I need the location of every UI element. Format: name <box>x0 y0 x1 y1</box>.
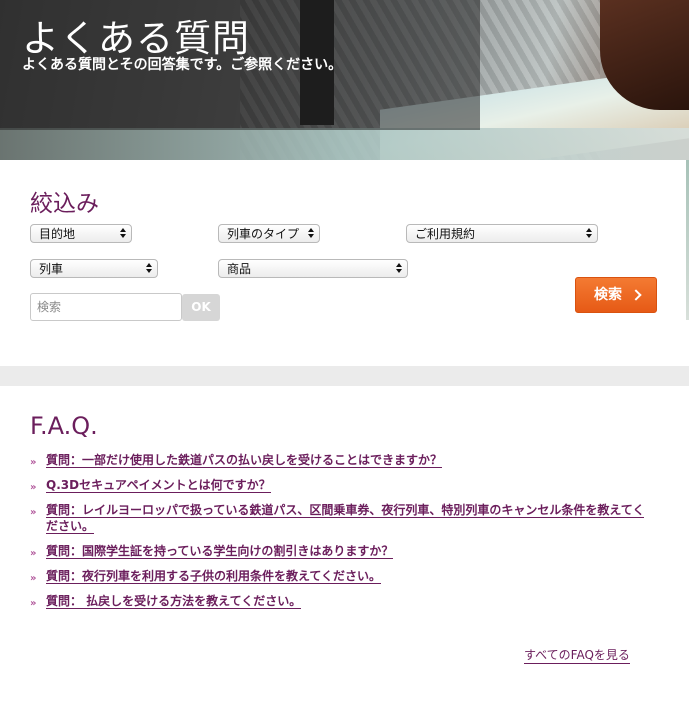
train-select-value: 列車 <box>39 262 64 276</box>
select-arrows-icon <box>146 262 153 275</box>
faq-link[interactable]: 質問： 払戻しを受ける方法を教えてください。 <box>46 594 302 609</box>
chevron-right-icon <box>630 289 642 301</box>
faq-list: » 質問：一部だけ使用した鉄道パスの払い戻しを受けることはできますか？ » Q.3D… <box>30 452 650 618</box>
terms-select[interactable]: ご利用規約 <box>406 224 598 243</box>
filter-title: 絞込み <box>30 191 99 217</box>
section-divider <box>0 366 689 386</box>
double-chevron-icon: » <box>30 573 37 584</box>
ok-button[interactable]: OK <box>182 294 220 321</box>
faq-section: F.A.Q. » 質問：一部だけ使用した鉄道パスの払い戻しを受けることはできますか… <box>0 386 689 705</box>
page-subtitle: よくある質問とその回答集です。ご参照ください。 <box>22 57 343 73</box>
hero-banner: よくある質問 よくある質問とその回答集です。ご参照ください。 <box>0 0 689 160</box>
train-type-select-value: 列車のタイプ <box>227 227 300 241</box>
product-select-value: 商品 <box>227 262 252 276</box>
filter-panel: 絞込み 目的地 列車のタイプ ご利用規約 列車 商品 OK 検索 <box>0 160 689 366</box>
double-chevron-icon: » <box>30 482 37 493</box>
product-select[interactable]: 商品 <box>218 259 408 278</box>
double-chevron-icon: » <box>30 548 37 559</box>
double-chevron-icon: » <box>30 598 37 609</box>
double-chevron-icon: » <box>30 507 37 518</box>
faq-link[interactable]: 質問：レイルヨーロッパで扱っている鉄道パス、区間乗車券、夜行列車、特別列車のキャ… <box>46 503 645 534</box>
faq-link[interactable]: 質問：一部だけ使用した鉄道パスの払い戻しを受けることはできますか？ <box>46 453 443 468</box>
search-input[interactable] <box>30 293 182 321</box>
all-faq-link[interactable]: すべてのFAQを見る <box>524 648 630 664</box>
search-button[interactable]: 検索 <box>575 277 657 313</box>
destination-select-value: 目的地 <box>39 227 76 241</box>
faq-title: F.A.Q. <box>30 412 98 440</box>
terms-select-value: ご利用規約 <box>415 227 476 241</box>
faq-link[interactable]: Q.3Dセキュアペイメントとは何ですか？ <box>46 478 271 493</box>
select-arrows-icon <box>308 227 315 240</box>
faq-item: » 質問：夜行列車を利用する子供の利用条件を教えてください。 <box>30 568 650 584</box>
faq-link[interactable]: 質問：夜行列車を利用する子供の利用条件を教えてください。 <box>46 569 382 584</box>
select-arrows-icon <box>396 262 403 275</box>
select-arrows-icon <box>586 227 593 240</box>
select-arrows-icon <box>120 227 127 240</box>
faq-item: » 質問：レイルヨーロッパで扱っている鉄道パス、区間乗車券、夜行列車、特別列車のキ… <box>30 502 650 534</box>
train-select[interactable]: 列車 <box>30 259 158 278</box>
destination-select[interactable]: 目的地 <box>30 224 132 243</box>
double-chevron-icon: » <box>30 457 37 468</box>
faq-item: » 質問： 払戻しを受ける方法を教えてください。 <box>30 593 650 609</box>
faq-item: » 質問：国際学生証を持っている学生向けの割引きはありますか？ <box>30 543 650 559</box>
faq-item: » 質問：一部だけ使用した鉄道パスの払い戻しを受けることはできますか？ <box>30 452 650 468</box>
faq-item: » Q.3Dセキュアペイメントとは何ですか？ <box>30 477 650 493</box>
hero-image-map-strip <box>0 128 689 160</box>
train-type-select[interactable]: 列車のタイプ <box>218 224 320 243</box>
faq-link[interactable]: 質問：国際学生証を持っている学生向けの割引きはありますか？ <box>46 544 394 559</box>
search-button-label: 検索 <box>594 287 622 303</box>
